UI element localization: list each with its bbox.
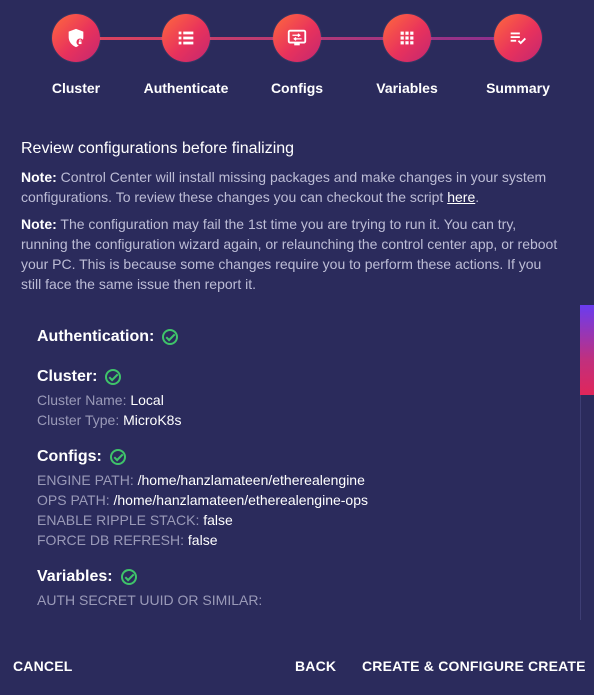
section-variables: Variables: AUTH SECRET UUID OR SIMILAR:	[37, 564, 557, 610]
step-configs[interactable]: Configs	[242, 14, 352, 96]
create-configure-button[interactable]: CREATE & CONFIGURE	[362, 658, 524, 674]
scrollbar-track-line	[580, 395, 581, 620]
kv-key: OPS PATH:	[37, 492, 110, 508]
section-title-text: Authentication:	[37, 328, 155, 345]
kv-key: AUTH SECRET UUID OR SIMILAR:	[37, 592, 263, 608]
step-label-summary: Summary	[486, 80, 550, 96]
section-title-text: Cluster:	[37, 368, 98, 385]
step-label-variables: Variables	[376, 80, 438, 96]
step-label-configs: Configs	[270, 80, 324, 96]
kv-key: Cluster Name:	[37, 392, 127, 408]
kv-key: ENGINE PATH:	[37, 472, 134, 488]
kv-value: /home/hanzlamateen/etherealengine	[137, 472, 365, 488]
check-circle-icon	[120, 569, 137, 585]
cancel-button[interactable]: CANCEL	[13, 658, 73, 674]
kv-row: ENGINE PATH: /home/hanzlamateen/ethereal…	[37, 470, 557, 490]
section-authentication: Authentication:	[37, 324, 557, 350]
kv-row: ENABLE RIPPLE STACK: false	[37, 510, 557, 530]
scrollbar[interactable]	[580, 305, 594, 620]
step-circle-cluster[interactable]	[52, 14, 100, 62]
kv-value: false	[203, 512, 233, 528]
note-packages: Note: Control Center will install missin…	[21, 167, 561, 207]
section-title: Variables:	[37, 564, 557, 590]
section-title: Authentication:	[37, 324, 557, 350]
step-circle-summary[interactable]	[494, 14, 542, 62]
step-circle-authenticate[interactable]	[162, 14, 210, 62]
list-check-icon	[510, 32, 526, 45]
section-configs: Configs: ENGINE PATH: /home/hanzlamateen…	[37, 444, 557, 550]
grid-icon	[400, 31, 414, 45]
kv-value: /home/hanzlamateen/etherealengine-ops	[113, 492, 369, 508]
review-intro: Review configurations before finalizing …	[21, 140, 561, 301]
section-title-text: Variables:	[37, 568, 113, 585]
wizard-stepper: Cluster Authenticate Configs Variables S…	[0, 0, 594, 110]
scrollbar-thumb[interactable]	[580, 305, 594, 395]
back-button[interactable]: BACK	[295, 658, 336, 674]
kv-row: Cluster Type: MicroK8s	[37, 410, 557, 430]
step-variables[interactable]: Variables	[352, 14, 462, 96]
kv-row: AUTH SECRET UUID OR SIMILAR:	[37, 590, 557, 610]
step-cluster[interactable]: Cluster	[21, 14, 131, 96]
check-circle-icon	[162, 329, 179, 345]
kv-value: Local	[130, 392, 164, 408]
step-authenticate[interactable]: Authenticate	[131, 14, 241, 96]
script-link[interactable]: here	[447, 189, 475, 205]
kv-row: Cluster Name: Local	[37, 390, 557, 410]
list-icon	[178, 31, 194, 45]
section-title: Configs:	[37, 444, 557, 470]
note-label: Note:	[21, 216, 57, 232]
section-title-text: Configs:	[37, 448, 102, 465]
settings-display-icon	[287, 29, 307, 46]
note-text: The configuration may fail the 1st time …	[21, 216, 558, 292]
section-title: Cluster:	[37, 364, 557, 390]
page-title: Review configurations before finalizing	[21, 140, 295, 157]
summary-panel: Authentication: Cluster: Cluster Name: L…	[37, 324, 557, 624]
section-cluster: Cluster: Cluster Name: Local Cluster Typ…	[37, 364, 557, 430]
kv-key: Cluster Type:	[37, 412, 120, 428]
note-label: Note:	[21, 169, 57, 185]
note-suffix: .	[475, 189, 480, 205]
step-circle-configs[interactable]	[273, 14, 321, 62]
step-label-cluster: Cluster	[51, 80, 101, 96]
kv-key: FORCE DB REFRESH:	[37, 532, 185, 548]
kv-row: FORCE DB REFRESH: false	[37, 530, 557, 550]
kv-value: false	[187, 532, 218, 548]
footer-actions: CANCEL BACK CREATE & CONFIGURE CREATE	[0, 650, 594, 684]
note-failure: Note: The configuration may fail the 1st…	[21, 214, 561, 294]
shield-lock-icon	[68, 28, 84, 48]
step-summary[interactable]: Summary	[463, 14, 573, 96]
create-button[interactable]: CREATE	[528, 658, 586, 674]
step-label-authenticate: Authenticate	[143, 80, 229, 96]
kv-key: ENABLE RIPPLE STACK:	[37, 512, 200, 528]
check-circle-icon	[105, 369, 122, 385]
check-circle-icon	[109, 449, 126, 465]
kv-value: MicroK8s	[123, 412, 182, 428]
kv-row: OPS PATH: /home/hanzlamateen/etherealeng…	[37, 490, 557, 510]
step-circle-variables[interactable]	[383, 14, 431, 62]
